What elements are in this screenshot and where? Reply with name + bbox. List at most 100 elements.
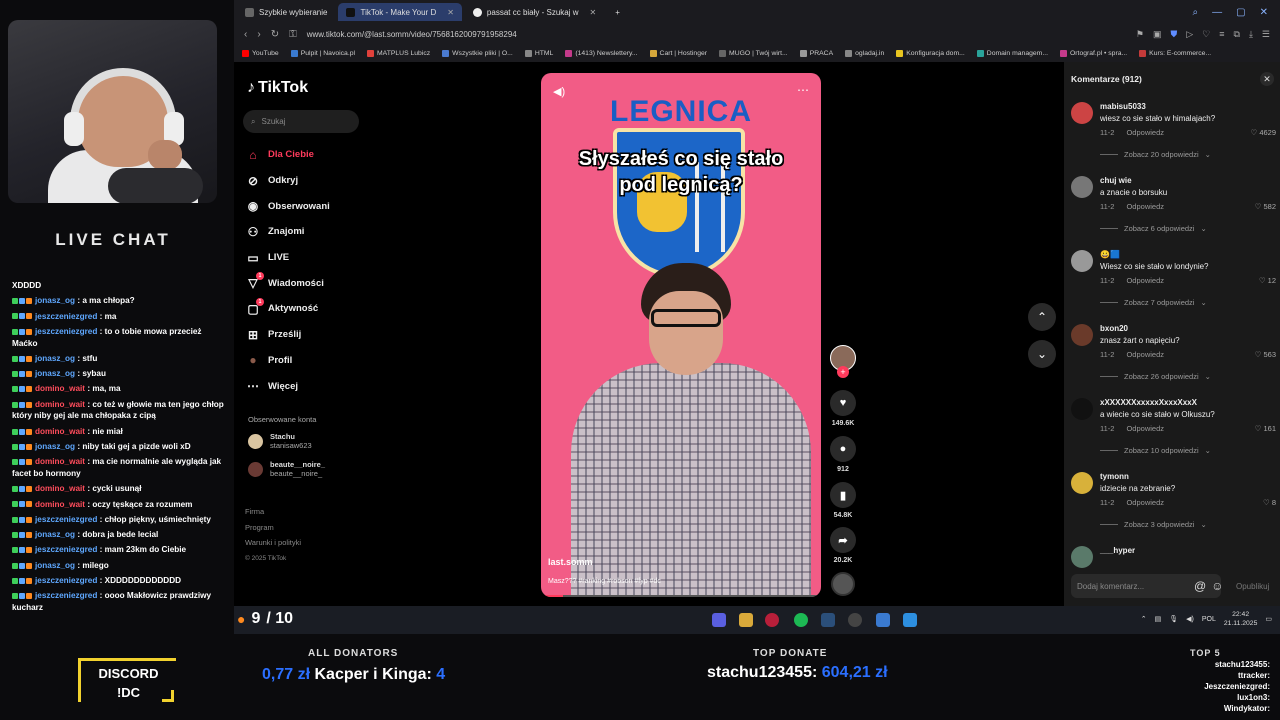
- bookmark-item[interactable]: Cart | Hostinger: [649, 49, 707, 57]
- reply-button[interactable]: Odpowiedz: [1126, 350, 1164, 359]
- bookmark-item[interactable]: Wszystkie pliki | O...: [442, 49, 513, 57]
- footer-link-terms[interactable]: Warunki i polityki: [245, 535, 301, 551]
- maximize-icon[interactable]: ▢: [1236, 7, 1245, 18]
- chat-username[interactable]: jonasz_og: [35, 442, 75, 451]
- chat-username[interactable]: domino_wait: [35, 484, 85, 493]
- follow-button[interactable]: +: [837, 366, 849, 378]
- emoji-icon[interactable]: ☺: [1211, 579, 1223, 593]
- network-icon[interactable]: ▤: [1155, 615, 1162, 623]
- previous-video-button[interactable]: ⌃: [1028, 303, 1056, 331]
- bookmark-item[interactable]: MUGO | Twój wirt...: [719, 49, 788, 57]
- bookmark-item[interactable]: PRACA: [799, 49, 833, 57]
- comment-like-button[interactable]: ♡ 4629: [1250, 128, 1276, 137]
- nav-item[interactable]: ▭ LIVE: [246, 245, 376, 271]
- tab-tiktok[interactable]: TikTok - Make Your D ✕: [338, 3, 462, 21]
- avatar[interactable]: [1071, 324, 1093, 346]
- bookmark-item[interactable]: HTML: [524, 49, 553, 57]
- like-button[interactable]: ♥ 149.6K: [829, 390, 857, 427]
- reply-button[interactable]: Odpowiedz: [1126, 276, 1164, 285]
- bookmark-item[interactable]: Konfiguracja dom...: [896, 49, 965, 57]
- sound-disc[interactable]: [831, 572, 855, 596]
- avatar[interactable]: [1071, 250, 1093, 272]
- chat-username[interactable]: jeszczeniezgred: [35, 545, 97, 554]
- chat-username[interactable]: jonasz_og: [35, 354, 75, 363]
- reply-button[interactable]: Odpowiedz: [1126, 498, 1164, 507]
- bookmark-item[interactable]: Ortograf.pl • spra...: [1060, 49, 1127, 57]
- save-button[interactable]: ▮ 54.8K: [829, 482, 857, 519]
- screenshot-icon[interactable]: ▣: [1153, 29, 1162, 40]
- close-window-icon[interactable]: ✕: [1260, 7, 1268, 18]
- bookmark-icon[interactable]: ⚑: [1136, 29, 1144, 40]
- nav-item[interactable]: ⊘ Odkryj: [246, 168, 376, 194]
- view-replies-button[interactable]: Zobacz 20 odpowiedzi ⌄: [1100, 150, 1211, 159]
- clock[interactable]: 22:42 21.11.2025: [1224, 610, 1258, 628]
- footer-link-company[interactable]: Firma: [245, 504, 301, 520]
- comment-username[interactable]: chuj wie: [1100, 176, 1132, 185]
- explorer-icon[interactable]: [739, 613, 753, 627]
- view-replies-button[interactable]: Zobacz 7 odpowiedzi ⌄: [1100, 298, 1207, 307]
- opera-icon[interactable]: [765, 613, 779, 627]
- tab-speed-dial[interactable]: Szybkie wybieranie: [237, 3, 335, 21]
- grid-app-icon[interactable]: [903, 613, 917, 627]
- volume-icon[interactable]: ◀): [1186, 615, 1194, 623]
- video-progress-bar[interactable]: [541, 595, 821, 597]
- mention-icon[interactable]: @: [1194, 579, 1206, 593]
- next-video-button[interactable]: ⌄: [1028, 340, 1056, 368]
- comment-username[interactable]: tymonn: [1100, 472, 1129, 481]
- bookmark-item[interactable]: Kurs: E-commerce...: [1139, 49, 1211, 57]
- bookmark-item[interactable]: ogladaj.in: [845, 49, 884, 57]
- comment-like-button[interactable]: ♡ 563: [1255, 350, 1276, 359]
- comment-button[interactable]: ● 912: [829, 436, 857, 473]
- avatar[interactable]: [1071, 546, 1093, 568]
- comment-like-button[interactable]: ♡ 8: [1263, 498, 1276, 507]
- tiktok-logo[interactable]: ♪ TikTok: [247, 79, 308, 97]
- followed-account[interactable]: Stachu stanisaw623: [248, 432, 312, 450]
- bookmark-item[interactable]: Domain managem...: [976, 49, 1048, 57]
- avatar[interactable]: [1071, 176, 1093, 198]
- heart-icon[interactable]: ♡: [1202, 29, 1210, 40]
- comment-username[interactable]: ___hyper: [1100, 546, 1135, 555]
- bookmark-item[interactable]: (1413) Newslettery...: [565, 49, 638, 57]
- tab-search[interactable]: passat cc biały - Szukaj w ✕: [465, 3, 604, 21]
- close-tab-icon[interactable]: ✕: [590, 8, 597, 17]
- settings-icon[interactable]: ☰: [1262, 29, 1270, 40]
- bookmark-item[interactable]: YouTube: [242, 49, 279, 57]
- view-replies-button[interactable]: Zobacz 6 odpowiedzi ⌄: [1100, 224, 1207, 233]
- nav-item[interactable]: ⚇ Znajomi: [246, 219, 376, 245]
- download-icon[interactable]: ⤓: [1249, 29, 1253, 40]
- comment-username[interactable]: bxon20: [1100, 324, 1128, 333]
- chat-username[interactable]: domino_wait: [35, 427, 85, 436]
- chat-username[interactable]: jeszczeniezgred: [35, 327, 97, 336]
- reply-button[interactable]: Odpowiedz: [1126, 424, 1164, 433]
- close-tab-icon[interactable]: ✕: [447, 8, 454, 17]
- nav-item[interactable]: ⌂ Dla Ciebie: [246, 142, 376, 168]
- extensions-icon[interactable]: ⧉: [1234, 29, 1240, 40]
- chat-username[interactable]: domino_wait: [35, 384, 85, 393]
- followed-account[interactable]: beaute__noire_ beaute__noire_: [248, 460, 325, 478]
- chat-username[interactable]: jeszczeniezgred: [35, 576, 97, 585]
- footer-link-program[interactable]: Program: [245, 520, 301, 536]
- mic-icon[interactable]: 🎙: [1169, 615, 1178, 623]
- post-comment-button[interactable]: Opublikuj: [1236, 582, 1269, 591]
- chat-username[interactable]: jeszczeniezgred: [35, 515, 97, 524]
- spotify-icon[interactable]: [794, 613, 808, 627]
- nav-item[interactable]: ⊞ Prześlij: [246, 322, 376, 348]
- shield-icon[interactable]: ⛊: [1170, 29, 1177, 40]
- app-icon[interactable]: [876, 613, 890, 627]
- chat-username[interactable]: domino_wait: [35, 500, 85, 509]
- new-tab-button[interactable]: +: [607, 3, 628, 21]
- comment-username[interactable]: mabisu5033: [1100, 102, 1146, 111]
- bookmark-item[interactable]: Pulpit | Navoica.pl: [290, 49, 355, 57]
- chat-username[interactable]: domino_wait: [35, 457, 85, 466]
- chat-username[interactable]: jeszczeniezgred: [35, 312, 97, 321]
- view-replies-button[interactable]: Zobacz 10 odpowiedzi ⌄: [1100, 446, 1211, 455]
- play-icon[interactable]: ▷: [1186, 29, 1193, 40]
- nav-item[interactable]: ▽ 1 Wiadomości: [246, 270, 376, 296]
- minimize-icon[interactable]: —: [1212, 7, 1222, 18]
- menu-icon[interactable]: ≡: [1219, 29, 1224, 40]
- chat-username[interactable]: jeszczeniezgred: [35, 591, 97, 600]
- more-options-icon[interactable]: ⋯: [797, 83, 809, 97]
- avatar[interactable]: [1071, 102, 1093, 124]
- search-icon[interactable]: ⌕: [1193, 7, 1199, 18]
- reply-button[interactable]: Odpowiedz: [1126, 128, 1164, 137]
